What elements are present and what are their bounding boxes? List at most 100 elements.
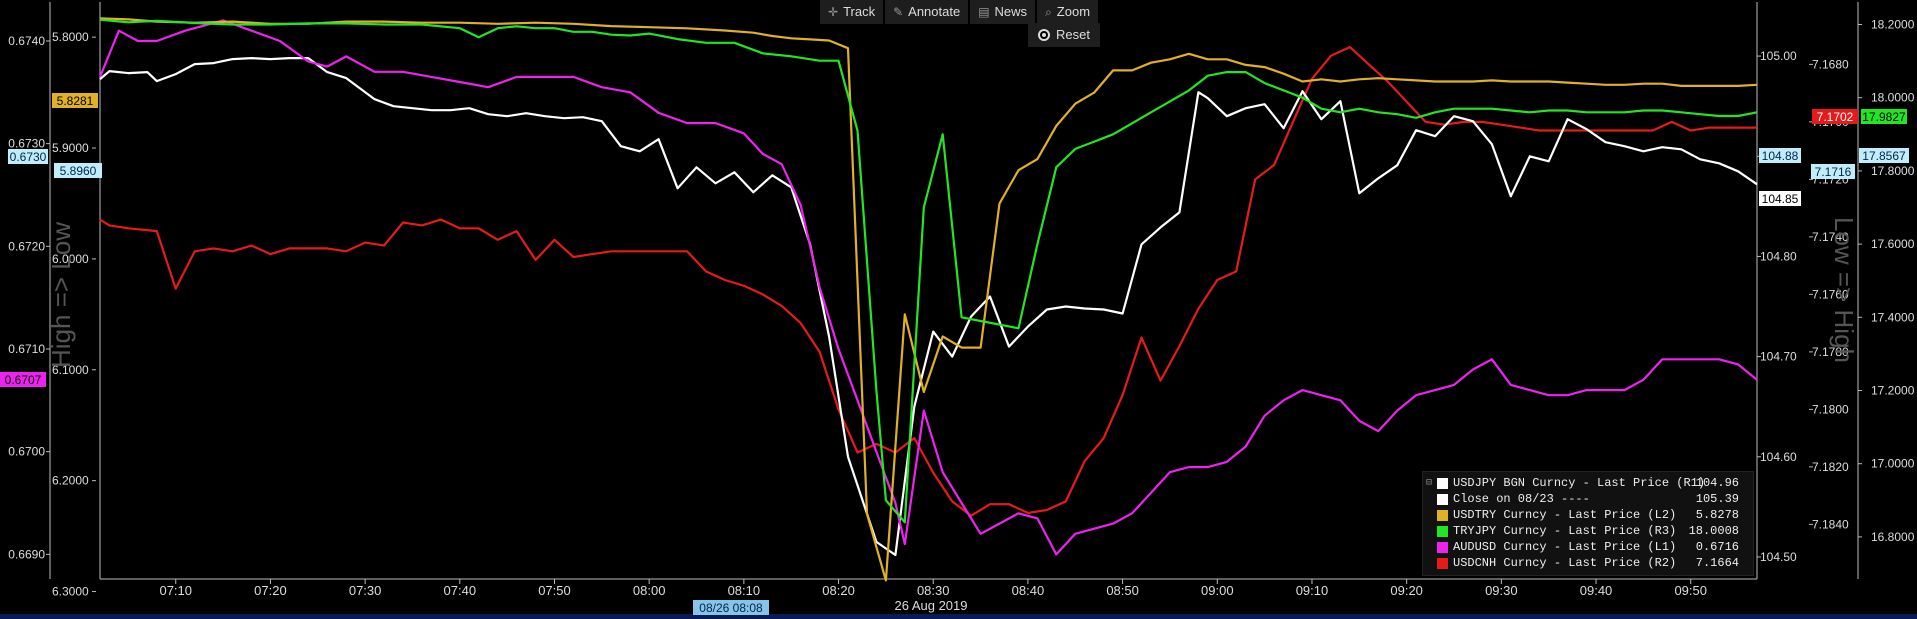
x-tick-label: 07:50	[538, 583, 571, 598]
reset-label: Reset	[1056, 27, 1090, 42]
audusd-value-tag: 0.6707	[5, 373, 42, 387]
news-button[interactable]: ▤ News	[970, 0, 1036, 24]
pencil-icon: ✎	[893, 5, 904, 19]
usdjpy-crosshair-tag: 104.88	[1762, 149, 1799, 163]
legend-swatch	[1437, 510, 1448, 521]
zoom-label: Zoom	[1056, 4, 1091, 19]
R2-axis-tick-label: 7.1680	[1812, 57, 1849, 71]
R1-axis-tick-label: 105.00	[1760, 49, 1797, 63]
x-tick-label: 07:40	[444, 583, 477, 598]
R1-axis-tick-label: 104.80	[1760, 249, 1797, 263]
chart-toolbar: ✛ Track ✎ Annotate ▤ News ⌕ Zoom	[820, 0, 1099, 24]
R3-axis-tick-label: 18.2000	[1871, 17, 1915, 31]
R3-axis-tick-label: 17.0000	[1871, 457, 1915, 471]
x-tick-label: 08:20	[822, 583, 855, 598]
L2-axis-tick-label: 6.3000	[52, 585, 89, 599]
legend-item-close[interactable]: Close on 08/23 ---- 105.39	[1437, 492, 1747, 507]
legend-value: 105.39	[1695, 492, 1739, 506]
reset-button[interactable]: Reset	[1028, 23, 1100, 47]
x-tick-label: 08:00	[633, 583, 666, 598]
L1-axis-tick-label: 0.6730	[8, 137, 45, 151]
legend-swatch	[1437, 542, 1448, 553]
track-button[interactable]: ✛ Track	[820, 0, 884, 24]
legend: ⊟ USDJPY BGN Curncy - Last Price (R1) 10…	[1422, 471, 1754, 576]
R1-axis-tick-label: 104.70	[1760, 350, 1797, 364]
legend-label: Close on 08/23 ----	[1453, 492, 1590, 506]
legend-label: AUDUSD Curncy - Last Price (L1)	[1453, 540, 1677, 554]
legend-item-usdjpy[interactable]: USDJPY BGN Curncy - Last Price (R1) 104.…	[1437, 476, 1747, 491]
legend-value: 5.8278	[1695, 508, 1739, 522]
legend-item-usdtry[interactable]: USDTRY Curncy - Last Price (L2) 5.8278	[1437, 508, 1747, 523]
annotate-label: Annotate	[908, 4, 961, 19]
tryjpy-crosshair-tag: 17.8567	[1862, 149, 1906, 163]
legend-swatch	[1437, 526, 1448, 537]
bottom-strip	[0, 614, 1917, 619]
legend-label: USDJPY BGN Curncy - Last Price (R1)	[1453, 476, 1706, 490]
legend-item-usdcnh[interactable]: USDCNH Curncy - Last Price (R2) 7.1664	[1437, 556, 1747, 571]
legend-item-audusd[interactable]: AUDUSD Curncy - Last Price (L1) 0.6716	[1437, 540, 1747, 555]
x-tick-label: 08:40	[1012, 583, 1045, 598]
legend-value: 18.0008	[1688, 524, 1739, 538]
usdjpy-value-tag: 104.85	[1762, 192, 1799, 206]
legend-label: USDTRY Curncy - Last Price (L2)	[1453, 508, 1677, 522]
L1-axis-tick-label: 0.6700	[8, 445, 45, 459]
series-line-tryjpy[interactable]	[99, 18, 1758, 524]
x-tick-label: 09:30	[1485, 583, 1518, 598]
usdtry-value-tag: 5.8281	[57, 94, 94, 108]
R3-axis-tick-label: 17.2000	[1871, 384, 1915, 398]
L2-axis-tick-label: 5.8000	[52, 30, 89, 44]
legend-collapse-icon[interactable]: ⊟	[1426, 477, 1432, 489]
L2-axis-tick-label: 6.2000	[52, 474, 89, 488]
L1-axis-tick-label: 0.6720	[8, 239, 45, 253]
legend-label: TRYJPY Curncy - Last Price (R3)	[1453, 524, 1677, 538]
R2-axis-tick-label: 7.1820	[1812, 460, 1849, 474]
usdcnh-value-tag: 7.1702	[1817, 110, 1854, 124]
crosshair-time-label: 08/26 08:08	[699, 601, 763, 615]
legend-value: 7.1664	[1695, 556, 1739, 570]
R1-axis-tick-label: 104.50	[1760, 550, 1797, 564]
R3-axis-tick-label: 17.8000	[1871, 164, 1915, 178]
x-tick-label: 09:50	[1674, 583, 1707, 598]
x-tick-label: 08:50	[1106, 583, 1139, 598]
crosshair-icon: ✛	[828, 5, 839, 19]
usdcnh-crosshair-tag: 7.1716	[1815, 165, 1852, 179]
series-line-usdcnh[interactable]	[99, 45, 1757, 517]
x-tick-label: 08:10	[728, 583, 761, 598]
R3-axis-tick-label: 17.4000	[1871, 310, 1915, 324]
news-icon: ▤	[978, 5, 990, 19]
x-tick-label: 07:20	[254, 583, 287, 598]
legend-swatch	[1437, 558, 1448, 569]
x-tick-label: 08:30	[917, 583, 950, 598]
legend-label: USDCNH Curncy - Last Price (R2)	[1453, 556, 1677, 570]
news-label: News	[994, 4, 1028, 19]
R2-axis-tick-label: 7.1800	[1812, 402, 1849, 416]
R3-axis-tick-label: 17.6000	[1871, 237, 1915, 251]
L1-axis-tick-label: 0.6710	[8, 342, 45, 356]
x-tick-label: 07:30	[349, 583, 382, 598]
magnifier-icon: ⌕	[1045, 5, 1052, 19]
usdtry-crosshair-tag: 5.8960	[60, 164, 97, 178]
legend-swatch	[1437, 494, 1448, 505]
left-axis-title: High => Low	[46, 222, 76, 368]
x-tick-label: 09:40	[1580, 583, 1613, 598]
zoom-button[interactable]: ⌕ Zoom	[1037, 0, 1099, 24]
x-tick-label: 09:00	[1201, 583, 1234, 598]
L1-axis-tick-label: 0.6690	[8, 547, 45, 561]
x-tick-label: 09:20	[1390, 583, 1423, 598]
R2-axis-tick-label: 7.1840	[1812, 517, 1849, 531]
L2-axis-tick-label: 5.9000	[52, 141, 89, 155]
legend-item-tryjpy[interactable]: TRYJPY Curncy - Last Price (R3) 18.0008	[1437, 524, 1747, 539]
legend-value: 104.96	[1695, 476, 1739, 490]
legend-value: 0.6716	[1695, 540, 1739, 554]
legend-swatch	[1437, 478, 1448, 489]
annotate-button[interactable]: ✎ Annotate	[885, 0, 969, 24]
x-tick-label: 09:10	[1296, 583, 1329, 598]
date-label: 26 Aug 2019	[894, 598, 967, 613]
R3-axis-tick-label: 18.0000	[1871, 91, 1915, 105]
right-axis-title: Low => High	[1829, 217, 1859, 363]
x-tick-label: 07:10	[159, 583, 192, 598]
tryjpy-value-tag: 17.9827	[1862, 110, 1906, 124]
reset-icon	[1038, 29, 1050, 41]
L1-axis-tick-label: 0.6740	[8, 34, 45, 48]
R3-axis-tick-label: 16.8000	[1871, 530, 1915, 544]
